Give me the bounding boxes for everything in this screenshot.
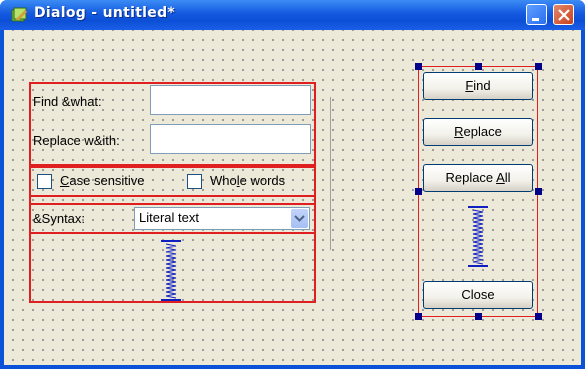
form-canvas[interactable]: Find &what: Replace w&ith: Case sensitiv… (4, 30, 581, 365)
find-button[interactable]: Find (423, 72, 533, 100)
replace-all-button[interactable]: Replace All (423, 164, 533, 192)
selection-handle[interactable] (415, 63, 422, 70)
close-icon (558, 9, 570, 21)
selection-handle[interactable] (535, 313, 542, 320)
app-icon (11, 7, 28, 23)
selection-handle[interactable] (415, 313, 422, 320)
minimize-button[interactable] (526, 4, 547, 25)
selection-handle[interactable] (475, 313, 482, 320)
selection-handle[interactable] (475, 63, 482, 70)
selection-handle[interactable] (415, 188, 422, 195)
close-button[interactable]: Close (423, 281, 533, 309)
close-window-button[interactable] (553, 4, 574, 25)
designer-window: Dialog - untitled* Find &what: Replace w… (0, 0, 585, 369)
replace-button[interactable]: Replace (423, 118, 533, 146)
selection-handle[interactable] (535, 63, 542, 70)
title-bar[interactable]: Dialog - untitled* (0, 0, 585, 30)
separator-line[interactable] (330, 97, 331, 250)
window-title: Dialog - untitled* (34, 5, 176, 21)
minimize-icon (532, 18, 539, 21)
vertical-spacer-icon[interactable] (156, 240, 186, 302)
selection-handle[interactable] (535, 188, 542, 195)
vertical-spacer-icon[interactable] (463, 206, 493, 268)
